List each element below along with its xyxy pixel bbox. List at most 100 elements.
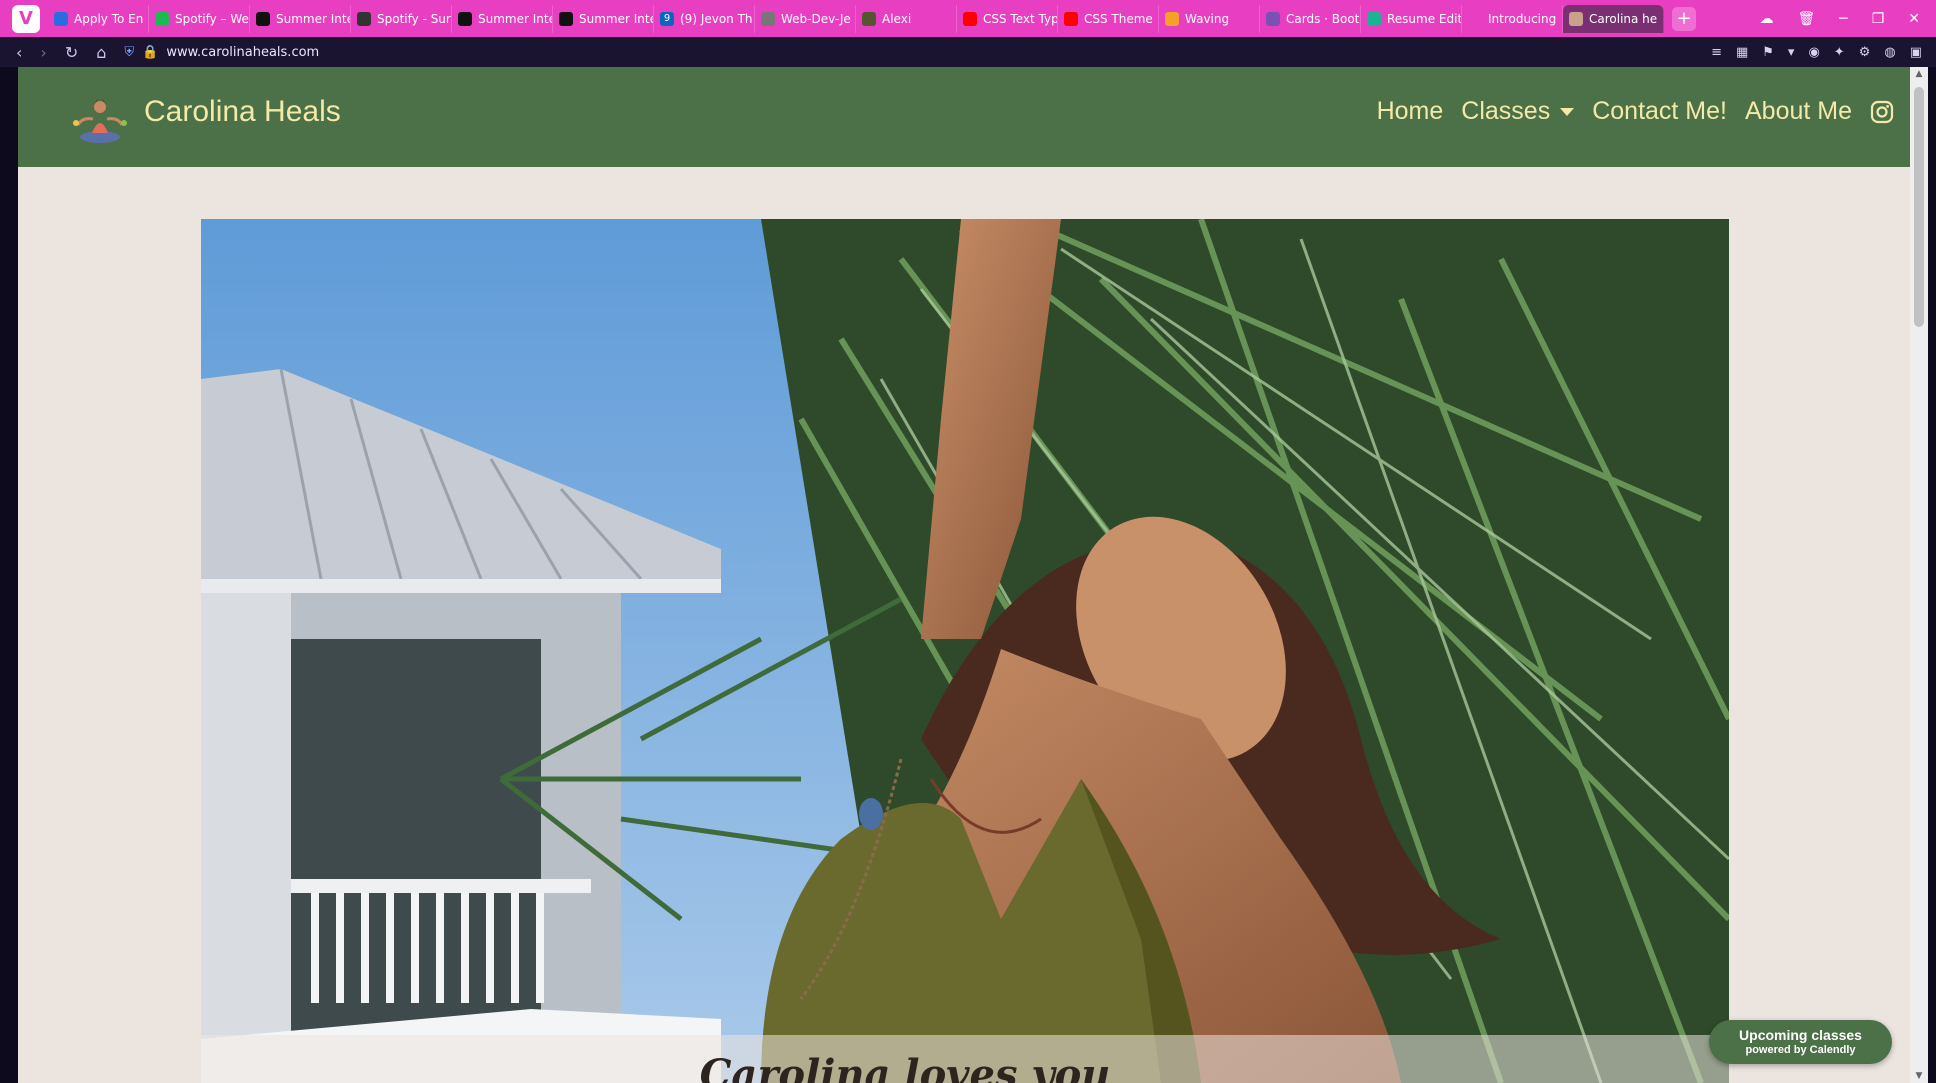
puzzle-icon[interactable]: ✦ [1834, 45, 1845, 60]
tab-label: Spotify - Sur [377, 11, 451, 26]
browser-tab[interactable]: 9 (9) Jevon Th [654, 4, 755, 33]
qr-code-icon[interactable]: ▦ [1736, 45, 1748, 60]
tab-label: CSS Theme [1084, 11, 1153, 26]
bootstrap-favicon-icon [1266, 11, 1280, 26]
tab-label: Waving [1185, 11, 1230, 26]
site-favicon-icon [1569, 11, 1583, 26]
spotify-favicon-icon [559, 11, 573, 26]
reload-icon[interactable]: ↻ [65, 43, 78, 62]
youtube-favicon-icon [963, 11, 977, 26]
reader-view-icon[interactable]: ≡ [1711, 45, 1722, 60]
shield-icon[interactable]: ⛨ [124, 45, 134, 60]
profile-icon[interactable]: ▣ [1910, 45, 1922, 60]
browser-tab[interactable]: Resume Edit [1361, 4, 1462, 33]
edit-favicon-icon [357, 11, 371, 26]
address-bar: ‹ › ↻ ⌂ ⛨ 🔒 www.carolinaheals.com ≡ ▦ ⚑ … [0, 37, 1936, 67]
nav-links: Home Classes Contact Me! About Me [1377, 97, 1894, 126]
home-icon[interactable]: ⌂ [96, 43, 106, 62]
forward-icon[interactable]: › [40, 43, 46, 62]
web-page: Carolina Heals Home Classes Contact Me! … [18, 67, 1910, 1083]
spotify-favicon-icon [458, 11, 472, 26]
url-field[interactable]: ⛨ 🔒 www.carolinaheals.com [124, 45, 319, 60]
side-panel-strip [0, 67, 18, 1083]
avatar-favicon-icon [862, 11, 876, 26]
minimize-icon[interactable]: ─ [1839, 11, 1847, 27]
lock-icon: 🔒 [142, 44, 159, 60]
instagram-icon[interactable] [1870, 100, 1894, 124]
cloud-sync-icon[interactable]: ☁ [1759, 11, 1773, 27]
tab-label: Carolina he [1589, 11, 1658, 26]
nav-contact[interactable]: Contact Me! [1592, 97, 1727, 126]
resume-favicon-icon [1367, 11, 1381, 26]
tab-label: Resume Edit [1387, 11, 1462, 26]
browser-tab[interactable]: CSS Text Typ [957, 4, 1058, 33]
nav-home[interactable]: Home [1377, 97, 1444, 126]
browser-tab[interactable]: Introducing [1462, 4, 1563, 33]
youtube-favicon-icon [1064, 11, 1078, 26]
hero-caption-bar: Carolina loves you [201, 1035, 1729, 1083]
trash-icon[interactable]: 🗑 [1797, 11, 1815, 27]
chevron-down-icon[interactable]: ▾ [1788, 45, 1795, 60]
color-wheel-icon[interactable]: ◍ [1884, 45, 1895, 60]
spotify-favicon-icon [155, 11, 169, 26]
tab-label: Apply To En [74, 11, 144, 26]
calendly-subtitle: powered by Calendly [1745, 1044, 1856, 1056]
site-navbar: Carolina Heals Home Classes Contact Me! … [18, 67, 1910, 167]
apply-favicon-icon [54, 11, 68, 26]
browser-tab[interactable]: Spotify – We [149, 4, 250, 33]
meditation-logo-icon[interactable] [70, 87, 130, 147]
tab-label: Summer Inte [579, 11, 654, 26]
restore-icon[interactable]: ❐ [1872, 11, 1885, 27]
nav-classes-label: Classes [1461, 97, 1551, 125]
window-controls: ☁ 🗑 ─ ❐ ✕ [1759, 0, 1936, 37]
tab-label: CSS Text Typ [983, 11, 1058, 26]
browser-tab[interactable]: Spotify - Sur [351, 4, 452, 33]
browser-tab[interactable]: Alexi [856, 4, 957, 33]
extension-icon[interactable]: ◉ [1808, 45, 1819, 60]
tab-label: Summer Inte [276, 11, 351, 26]
url-text: www.carolinaheals.com [166, 44, 320, 60]
doc-favicon-icon [761, 11, 775, 26]
nav-about[interactable]: About Me [1745, 97, 1852, 126]
settings-icon[interactable]: ⚙ [1859, 45, 1871, 60]
browser-tab[interactable]: Waving [1159, 4, 1260, 33]
hero-caption: Carolina loves you [699, 1051, 1111, 1083]
page-scrollbar[interactable]: ▲ ▼ [1910, 67, 1928, 1083]
waving-favicon-icon [1165, 11, 1179, 26]
calendly-badge[interactable]: Upcoming classes powered by Calendly [1709, 1020, 1892, 1064]
bookmark-icon[interactable]: ⚑ [1762, 45, 1774, 60]
toolbar-right: ≡ ▦ ⚑ ▾ ◉ ✦ ⚙ ◍ ▣ [1711, 37, 1922, 67]
caret-down-icon [1560, 108, 1575, 117]
tab-label: Alexi [882, 11, 912, 26]
scroll-down-icon[interactable]: ▼ [1914, 1071, 1924, 1081]
browser-tab[interactable]: Web-Dev-Je [755, 4, 856, 33]
spotify-favicon-icon [256, 11, 270, 26]
browser-tab[interactable]: Cards · Boot [1260, 4, 1361, 33]
close-icon[interactable]: ✕ [1908, 11, 1920, 27]
browser-tab[interactable]: Summer Inte [553, 4, 654, 33]
browser-tab[interactable]: Summer Inte [452, 4, 553, 33]
tab-label: (9) Jevon Th [680, 11, 753, 26]
nav-classes-dropdown[interactable]: Classes [1461, 97, 1575, 126]
browser-tab[interactable]: Carolina he [1563, 4, 1664, 33]
back-icon[interactable]: ‹ [16, 43, 22, 62]
site-brand[interactable]: Carolina Heals [144, 95, 341, 129]
tab-label: Spotify – We [175, 11, 249, 26]
tab-label: Introducing [1488, 11, 1557, 26]
new-tab-button[interactable]: + [1672, 6, 1696, 31]
scrollbar-thumb[interactable] [1914, 87, 1924, 327]
linkedin-favicon-icon: 9 [660, 11, 674, 26]
tab-strip: Apply To En Spotify – We Summer Inte Spotif… [48, 4, 1664, 33]
browser-tab-bar: V Apply To En Spotify – We Summer Inte Spot… [0, 0, 1936, 37]
tab-label: Web-Dev-Je [781, 11, 851, 26]
tab-label: Summer Inte [478, 11, 553, 26]
browser-tab[interactable]: Summer Inte [250, 4, 351, 33]
browser-tab[interactable]: CSS Theme [1058, 4, 1159, 33]
scroll-up-icon[interactable]: ▲ [1914, 69, 1924, 79]
blank-favicon-icon [1468, 12, 1482, 26]
tab-label: Cards · Boot [1286, 11, 1360, 26]
vivaldi-menu-icon[interactable]: V [12, 4, 40, 33]
hero-image: Carolina loves you [201, 219, 1729, 1083]
browser-tab[interactable]: Apply To En [48, 4, 149, 33]
hero-photo [201, 219, 1729, 1083]
